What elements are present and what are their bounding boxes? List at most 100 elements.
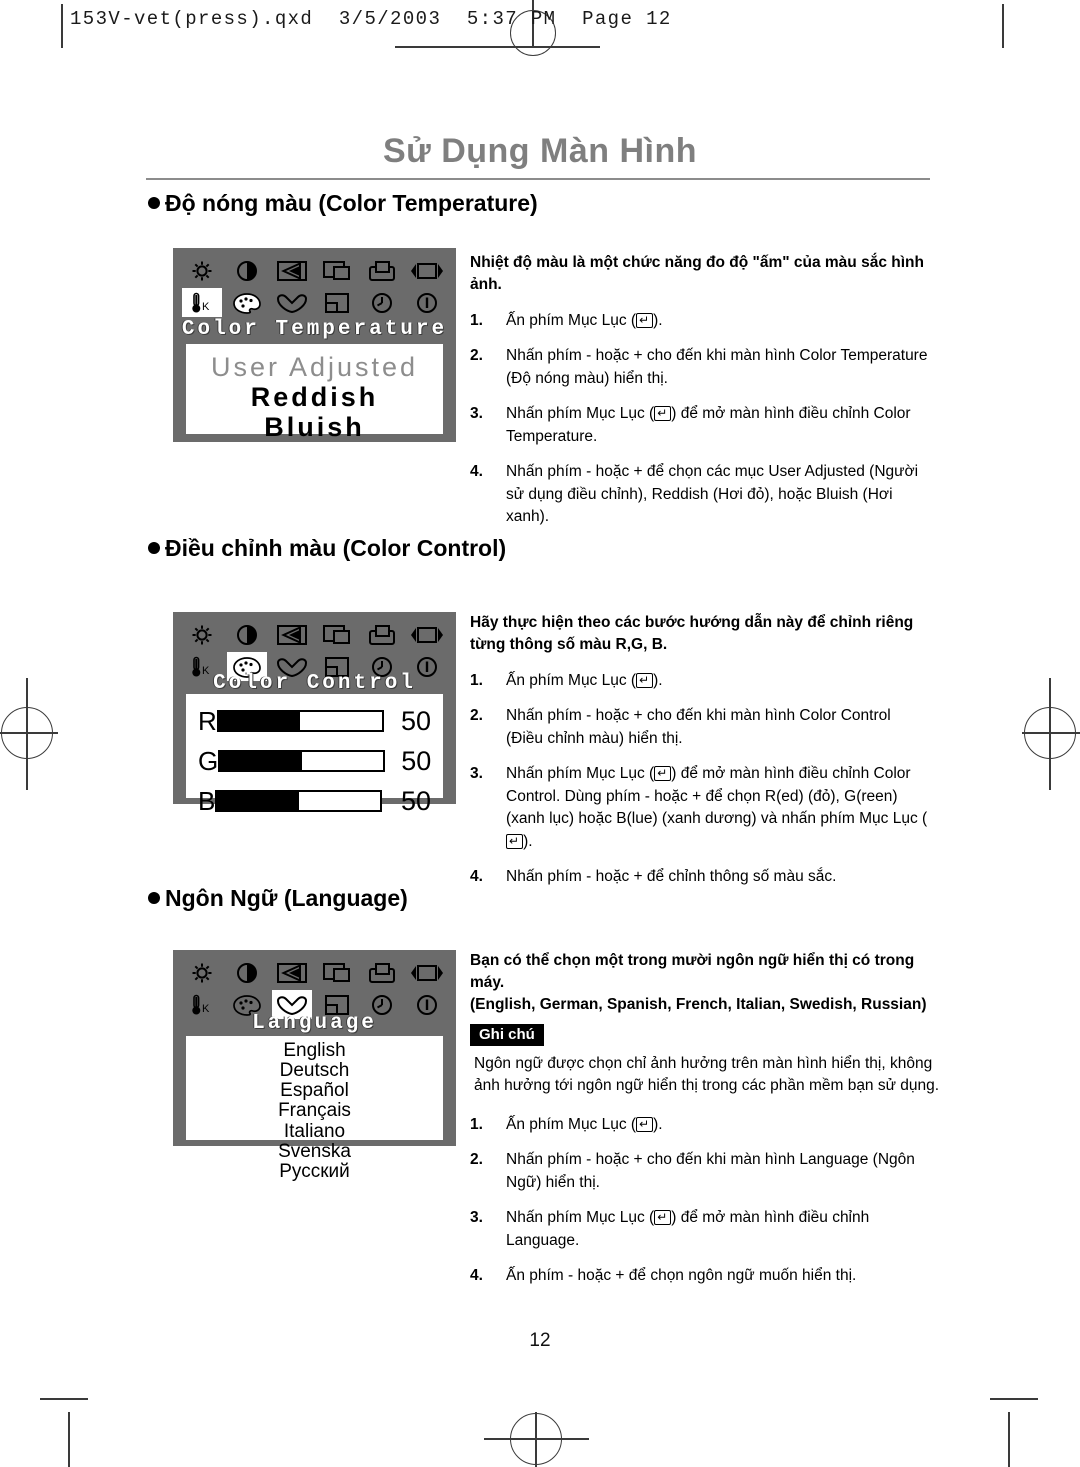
step-text: Ấn phím - hoặc + để chọn ngôn ngữ muốn h… [506, 1267, 857, 1285]
h-size-icon[interactable] [407, 256, 447, 285]
language-option[interactable]: Español [186, 1081, 443, 1101]
language-option[interactable]: Русский [186, 1161, 443, 1182]
osd-option-reddish[interactable]: Reddish [186, 382, 443, 412]
osd-screen-color-temperature: User Adjusted Reddish Bluish [186, 344, 443, 442]
osd-option-bluish[interactable]: Bluish [186, 412, 443, 442]
intro-text: Bạn có thể chọn một trong mười ngôn ngữ … [470, 952, 915, 991]
slider-fill [217, 792, 299, 810]
intro-text-languages: (English, German, Spanish, French, Itali… [470, 996, 927, 1013]
slider-track[interactable] [218, 750, 386, 772]
slider-label: R [198, 706, 217, 736]
menu-key-icon: ↵ [654, 766, 672, 782]
step-number: 2. [470, 1151, 483, 1169]
osd-icon-row-1 [182, 255, 447, 286]
note-badge: Ghi chú [470, 1024, 544, 1046]
steps-list: 1. Ấn phím Mục Lục (↵). 2. Nhấn phím - hoặ… [470, 1114, 945, 1288]
instructions-color-temperature: Nhiệt độ màu là một chức năng đo độ "ấm"… [470, 252, 930, 542]
step-number: 1. [470, 1115, 483, 1133]
h-position-icon[interactable] [317, 958, 357, 987]
brightness-icon[interactable] [182, 958, 222, 987]
step-item: 1. Ấn phím Mục Lục (↵). [470, 670, 930, 692]
step-item: 4. Ấn phím - hoặc + để chọn ngôn ngữ muốn… [470, 1265, 945, 1287]
language-option[interactable]: Deutsch [186, 1060, 443, 1081]
osd-option-user-adjusted[interactable]: User Adjusted [186, 352, 443, 382]
slider-value: 50 [401, 745, 432, 776]
step-item: 1. Ấn phím Mục Lục (↵). [470, 1114, 945, 1136]
language-option[interactable]: Svenska [186, 1141, 443, 1162]
step-text-tail: ). [653, 1115, 663, 1133]
language-option[interactable]: Italiano [186, 1121, 443, 1142]
section-heading-label: Độ nóng màu (Color Temperature) [165, 190, 538, 216]
information-icon[interactable] [407, 288, 447, 317]
step-text: Nhấn phím - hoặc + cho đến khi màn hình … [506, 347, 928, 387]
h-position-icon[interactable] [317, 256, 357, 285]
menu-key-icon: ↵ [654, 1210, 672, 1226]
menu-key-icon: ↵ [636, 1116, 654, 1132]
osd-time-icon[interactable] [362, 288, 402, 317]
brightness-icon[interactable] [182, 620, 222, 649]
osd-icon-row-1 [182, 619, 447, 650]
slider-row-b[interactable]: B 50 [198, 784, 431, 818]
image-lock-icon[interactable] [272, 256, 312, 285]
section-heading-label: Điều chỉnh màu (Color Control) [165, 535, 507, 561]
section-heading-color-temperature: Độ nóng màu (Color Temperature) [148, 190, 538, 217]
step-text: Nhấn phím Mục Lục ( [506, 405, 655, 423]
contrast-icon[interactable] [227, 256, 267, 285]
step-item: 1. Ấn phím Mục Lục (↵). [470, 310, 930, 332]
intro-text: Nhiệt độ màu là một chức năng đo độ "ấm"… [470, 254, 924, 293]
brightness-icon[interactable] [182, 256, 222, 285]
v-position-icon[interactable] [362, 620, 402, 649]
slider-label: G [198, 746, 219, 776]
image-lock-icon[interactable] [272, 958, 312, 987]
step-text-tail: ). [523, 832, 533, 850]
section-heading-label: Ngôn Ngữ (Language) [165, 885, 408, 911]
menu-key-icon: ↵ [636, 673, 654, 688]
h-size-icon[interactable] [407, 958, 447, 987]
v-position-icon[interactable] [362, 256, 402, 285]
title-divider [146, 178, 930, 180]
contrast-icon[interactable] [227, 620, 267, 649]
step-item: 2. Nhấn phím - hoặc + cho đến khi màn hìn… [470, 345, 930, 390]
steps-list: 1. Ấn phím Mục Lục (↵). 2. Nhấn phím - hoặ… [470, 310, 930, 529]
step-text: Nhấn phím Mục Lục ( [506, 765, 655, 783]
step-number: 1. [470, 312, 483, 329]
color-control-icon[interactable] [227, 288, 267, 317]
osd-panel-color-control: K Color Control R 50 G 50 B 50 [173, 612, 456, 816]
step-item: 2. Nhấn phím - hoặc + cho đến khi màn hìn… [470, 1149, 945, 1194]
slider-row-r[interactable]: R 50 [198, 704, 431, 738]
slider-value: 50 [400, 785, 431, 816]
h-position-icon[interactable] [317, 620, 357, 649]
bullet-icon [148, 197, 160, 209]
osd-icon-grid: K [173, 255, 456, 318]
step-number: 2. [470, 347, 483, 365]
language-option[interactable]: Français [186, 1101, 443, 1121]
svg-text:K: K [202, 301, 210, 313]
osd-panel-color-temperature: K Color Temperature User Adjusted Reddis… [173, 248, 456, 442]
image-lock-icon[interactable] [272, 620, 312, 649]
v-position-icon[interactable] [362, 958, 402, 987]
bullet-icon [148, 892, 160, 904]
color-temperature-icon[interactable]: K [182, 288, 222, 317]
osd-menu-label: Color Control [213, 672, 416, 695]
step-text: Nhấn phím - hoặc + cho đến khi màn hình … [506, 707, 891, 747]
page-number: 12 [529, 1330, 551, 1351]
contrast-icon[interactable] [227, 958, 267, 987]
slider-row-g[interactable]: G 50 [198, 744, 431, 778]
osd-position-icon[interactable] [317, 288, 357, 317]
slider-track[interactable] [215, 790, 383, 812]
step-item: 4. Nhấn phím - hoặc + để chọn các mục Use… [470, 461, 930, 528]
step-item: 3. Nhấn phím Mục Lục (↵) để mở màn hình đ… [470, 1207, 945, 1252]
h-size-icon[interactable] [407, 620, 447, 649]
step-text: Nhấn phím - hoặc + để chỉnh thông số màu… [506, 868, 837, 886]
step-number: 1. [470, 672, 483, 689]
step-text: Nhấn phím - hoặc + để chọn các mục User … [506, 463, 919, 526]
language-option[interactable]: English [186, 1040, 443, 1061]
intro-text: Hãy thực hiện theo các bước hướng dẫn nà… [470, 614, 914, 653]
step-item: 4. Nhấn phím - hoặc + để chỉnh thông số m… [470, 866, 930, 888]
slider-track[interactable] [216, 710, 384, 732]
step-text: Ấn phím Mục Lục ( [506, 672, 637, 689]
osd-screen-language: English Deutsch Español Français Italian… [186, 1036, 443, 1181]
step-number: 3. [470, 765, 483, 783]
language-icon[interactable] [272, 288, 312, 317]
step-number: 4. [470, 463, 483, 481]
